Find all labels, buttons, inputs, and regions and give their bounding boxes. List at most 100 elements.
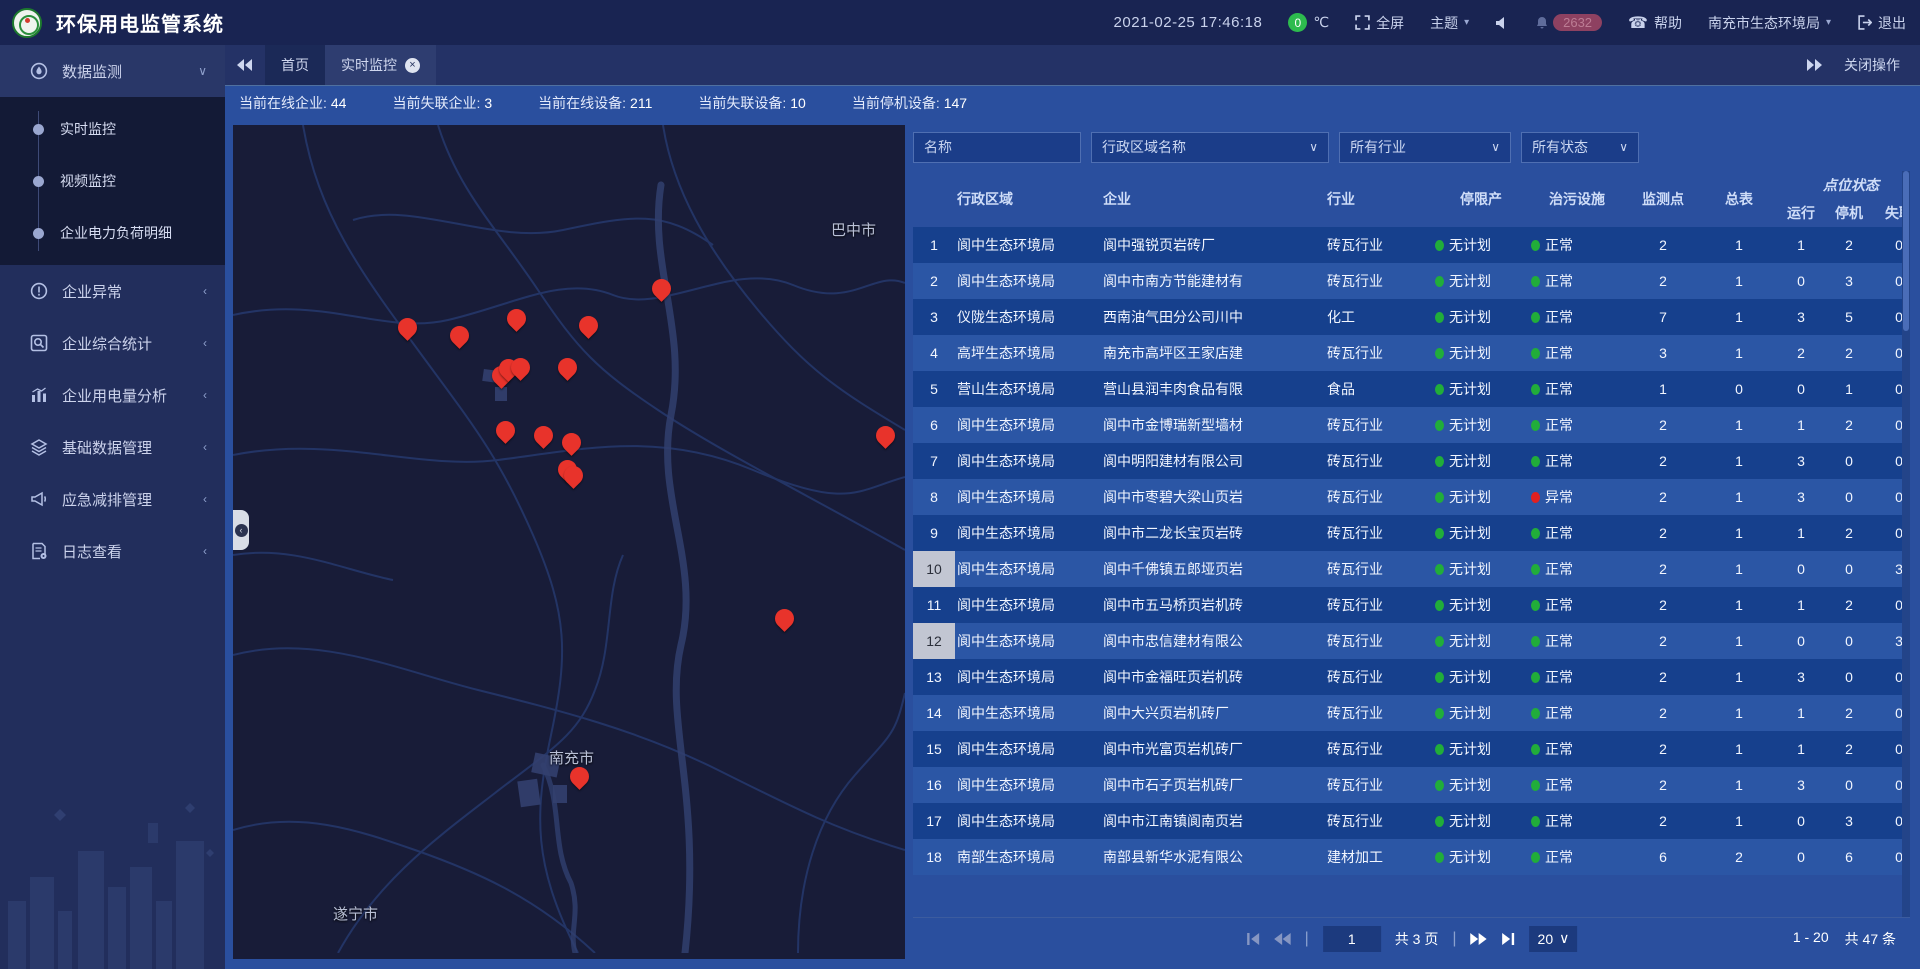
scrollbar-thumb[interactable] xyxy=(1903,171,1909,331)
status-dot-icon xyxy=(1531,600,1540,611)
help-button[interactable]: ☎ 帮助 xyxy=(1628,13,1682,33)
panel-collapse-button[interactable]: ‹ xyxy=(233,510,249,550)
tab-首页[interactable]: 首页 xyxy=(265,45,325,85)
status-select[interactable]: 所有状态∨ xyxy=(1521,132,1639,163)
sidebar: 数据监测∨ 实时监控视频监控企业电力负荷明细企业异常‹企业综合统计‹企业用电量分析… xyxy=(0,45,225,969)
table-row[interactable]: 14阆中生态环境局阆中大兴页岩机砖厂砖瓦行业无计划正常21120 xyxy=(913,695,1910,731)
map-pin-icon[interactable] xyxy=(394,314,421,341)
page-size-select[interactable]: 20∨ xyxy=(1530,926,1578,952)
first-page-button[interactable] xyxy=(1246,933,1260,945)
stats-bar: 当前在线企业:44当前失联企业:3当前在线设备:211当前失联设备:10当前停机… xyxy=(225,85,1920,119)
theme-dropdown[interactable]: 主题▾ xyxy=(1430,13,1469,33)
industry-select[interactable]: 所有行业∨ xyxy=(1339,132,1511,163)
table-row[interactable]: 6阆中生态环境局阆中市金博瑞新型墙材砖瓦行业无计划正常21120 xyxy=(913,407,1910,443)
table-row[interactable]: 4高坪生态环境局南充市高坪区王家店建砖瓦行业无计划正常31220 xyxy=(913,335,1910,371)
table-row[interactable]: 10阆中生态环境局阆中千佛镇五郎垭页岩砖瓦行业无计划正常21003 xyxy=(913,551,1910,587)
tab-close-icon[interactable]: × xyxy=(405,58,420,73)
table-scrollbar[interactable] xyxy=(1902,171,1910,917)
tabs-scroll-left-button[interactable] xyxy=(225,59,265,71)
close-operations-button[interactable]: 关闭操作 xyxy=(1844,55,1900,75)
map-panel[interactable]: 巴中市南充市遂宁市 ‹ xyxy=(233,125,905,959)
facility-status-cell: 正常 xyxy=(1529,731,1625,767)
table-row[interactable]: 18南部生态环境局南部县新华水泥有限公建材加工无计划正常62060 xyxy=(913,839,1910,875)
sidebar-item-power-analysis[interactable]: 企业用电量分析‹ xyxy=(0,369,225,421)
stop-status-cell: 无计划 xyxy=(1433,587,1529,623)
map-pin-icon[interactable] xyxy=(492,417,519,444)
table-row[interactable]: 1阆中生态环境局阆中强锐页岩砖厂砖瓦行业无计划正常21120 xyxy=(913,227,1910,263)
map-pin-icon[interactable] xyxy=(872,422,899,449)
monitor-count-cell: 2 xyxy=(1625,767,1701,803)
total-meter-cell: 1 xyxy=(1701,479,1777,515)
table-row[interactable]: 15阆中生态环境局阆中市光富页岩机砖厂砖瓦行业无计划正常21120 xyxy=(913,731,1910,767)
stop-status-cell: 无计划 xyxy=(1433,371,1529,407)
stopped-count-cell: 2 xyxy=(1825,731,1873,767)
tabs-container: 首页实时监控× xyxy=(265,45,436,85)
next-page-button[interactable] xyxy=(1471,933,1488,945)
facility-status-cell: 正常 xyxy=(1529,623,1625,659)
org-dropdown[interactable]: 南充市生态环境局▾ xyxy=(1708,13,1831,33)
region-cell: 阆中生态环境局 xyxy=(955,731,1101,767)
last-page-button[interactable] xyxy=(1502,933,1516,945)
map-pin-icon[interactable] xyxy=(503,305,530,332)
industry-cell: 砖瓦行业 xyxy=(1325,659,1433,695)
stats-icon xyxy=(30,334,48,352)
map-pin-icon[interactable] xyxy=(446,322,473,349)
monitor-count-cell: 2 xyxy=(1625,443,1701,479)
chevron-left-icon: ‹ xyxy=(203,544,207,558)
status-dot-icon xyxy=(1435,780,1444,791)
notification-area[interactable]: 2632 xyxy=(1535,14,1602,31)
tab-label: 首页 xyxy=(281,55,309,75)
stat-value: 3 xyxy=(484,95,492,111)
sidebar-item-base-data[interactable]: 基础数据管理‹ xyxy=(0,421,225,473)
map-pin-icon[interactable] xyxy=(530,422,557,449)
table-row[interactable]: 7阆中生态环境局阆中明阳建材有限公司砖瓦行业无计划正常21300 xyxy=(913,443,1910,479)
table-row[interactable]: 12阆中生态环境局阆中市忠信建材有限公砖瓦行业无计划正常21003 xyxy=(913,623,1910,659)
company-cell: 阆中明阳建材有限公司 xyxy=(1101,443,1325,479)
sidebar-subitem-video-monitor[interactable]: 视频监控 xyxy=(0,155,225,207)
industry-cell: 砖瓦行业 xyxy=(1325,551,1433,587)
sidebar-item-enterprise-stats[interactable]: 企业综合统计‹ xyxy=(0,317,225,369)
table-row[interactable]: 3仪陇生态环境局西南油气田分公司川中化工无计划正常71350 xyxy=(913,299,1910,335)
tabs-scroll-right-button[interactable] xyxy=(1806,59,1822,71)
tab-实时监控[interactable]: 实时监控× xyxy=(325,45,436,85)
monitor-count-cell: 2 xyxy=(1625,227,1701,263)
status-dot-icon xyxy=(1531,564,1540,575)
map-pin-icon[interactable] xyxy=(771,605,798,632)
table-row[interactable]: 11阆中生态环境局阆中市五马桥页岩机砖砖瓦行业无计划正常21120 xyxy=(913,587,1910,623)
sidebar-item-emergency-reduction[interactable]: 应急减排管理‹ xyxy=(0,473,225,525)
page-number-input[interactable] xyxy=(1323,926,1381,952)
industry-cell: 砖瓦行业 xyxy=(1325,803,1433,839)
facility-status-cell: 正常 xyxy=(1529,803,1625,839)
map-pin-icon[interactable] xyxy=(554,354,581,381)
region-select[interactable]: 行政区域名称∨ xyxy=(1091,132,1329,163)
status-dot-icon xyxy=(1531,780,1540,791)
table-row[interactable]: 17阆中生态环境局阆中市江南镇阆南页岩砖瓦行业无计划正常21030 xyxy=(913,803,1910,839)
speaker-button[interactable] xyxy=(1495,16,1509,30)
map-pin-icon[interactable] xyxy=(575,312,602,339)
table-row[interactable]: 5营山生态环境局营山县润丰肉食品有限食品无计划正常10010 xyxy=(913,371,1910,407)
name-search-input[interactable] xyxy=(913,132,1081,163)
fullscreen-button[interactable]: 全屏 xyxy=(1355,13,1404,33)
stat-value: 147 xyxy=(944,95,967,111)
table-row[interactable]: 16阆中生态环境局阆中市石子页岩机砖厂砖瓦行业无计划正常21300 xyxy=(913,767,1910,803)
logout-button[interactable]: 退出 xyxy=(1857,13,1906,33)
sidebar-item-enterprise-abnormal[interactable]: 企业异常‹ xyxy=(0,265,225,317)
sidebar-subitem-realtime-monitor[interactable]: 实时监控 xyxy=(0,103,225,155)
stop-status-cell: 无计划 xyxy=(1433,839,1529,875)
table-row[interactable]: 2阆中生态环境局阆中市南方节能建材有砖瓦行业无计划正常21030 xyxy=(913,263,1910,299)
table-row[interactable]: 13阆中生态环境局阆中市金福旺页岩机砖砖瓦行业无计划正常21300 xyxy=(913,659,1910,695)
total-meter-cell: 1 xyxy=(1701,299,1777,335)
map-pin-icon[interactable] xyxy=(558,429,585,456)
stopped-count-cell: 6 xyxy=(1825,839,1873,875)
sidebar-item-data-monitor[interactable]: 数据监测∨ xyxy=(0,45,225,97)
column-header: 行政区域 xyxy=(955,171,1101,227)
sidebar-item-log-view[interactable]: 日志查看‹ xyxy=(0,525,225,577)
industry-cell: 砖瓦行业 xyxy=(1325,335,1433,371)
map-pin-icon[interactable] xyxy=(648,275,675,302)
prev-page-button[interactable] xyxy=(1274,933,1291,945)
status-dot-icon xyxy=(1435,744,1444,755)
table-row[interactable]: 9阆中生态环境局阆中市二龙长宝页岩砖砖瓦行业无计划正常21120 xyxy=(913,515,1910,551)
sidebar-subitem-power-load-detail[interactable]: 企业电力负荷明细 xyxy=(0,207,225,259)
table-row[interactable]: 8阆中生态环境局阆中市枣碧大梁山页岩砖瓦行业无计划异常21300 xyxy=(913,479,1910,515)
app-title: 环保用电监管系统 xyxy=(56,8,224,37)
